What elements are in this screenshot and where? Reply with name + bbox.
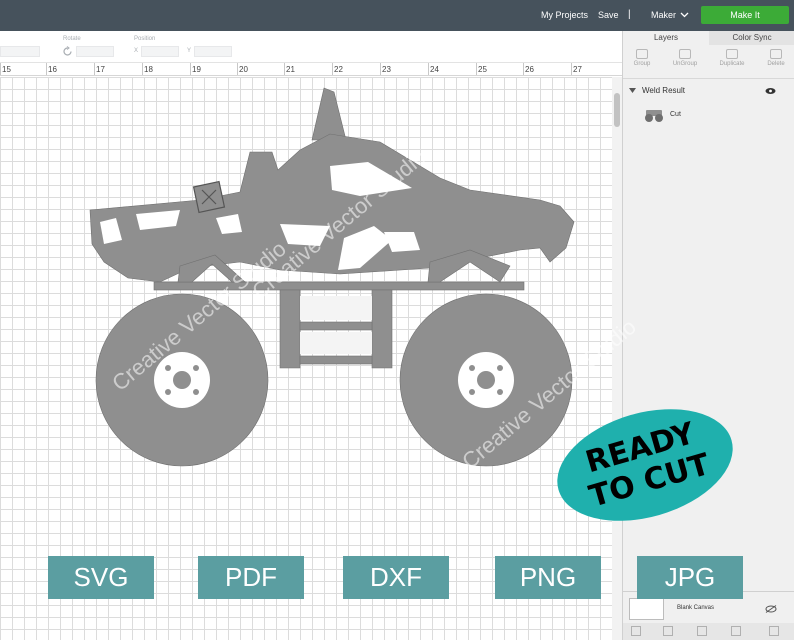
format-dxf: DXF xyxy=(343,556,449,599)
format-pdf: PDF xyxy=(198,556,304,599)
format-svg: SVG xyxy=(48,556,154,599)
format-jpg: JPG xyxy=(637,556,743,599)
truck-graphic: Creative Vector Studio Creative Vector S… xyxy=(89,87,733,521)
ready-to-cut-badge: READY TO CUT xyxy=(557,409,733,521)
monster-truck-image[interactable] xyxy=(89,87,575,467)
format-png: PNG xyxy=(495,556,601,599)
